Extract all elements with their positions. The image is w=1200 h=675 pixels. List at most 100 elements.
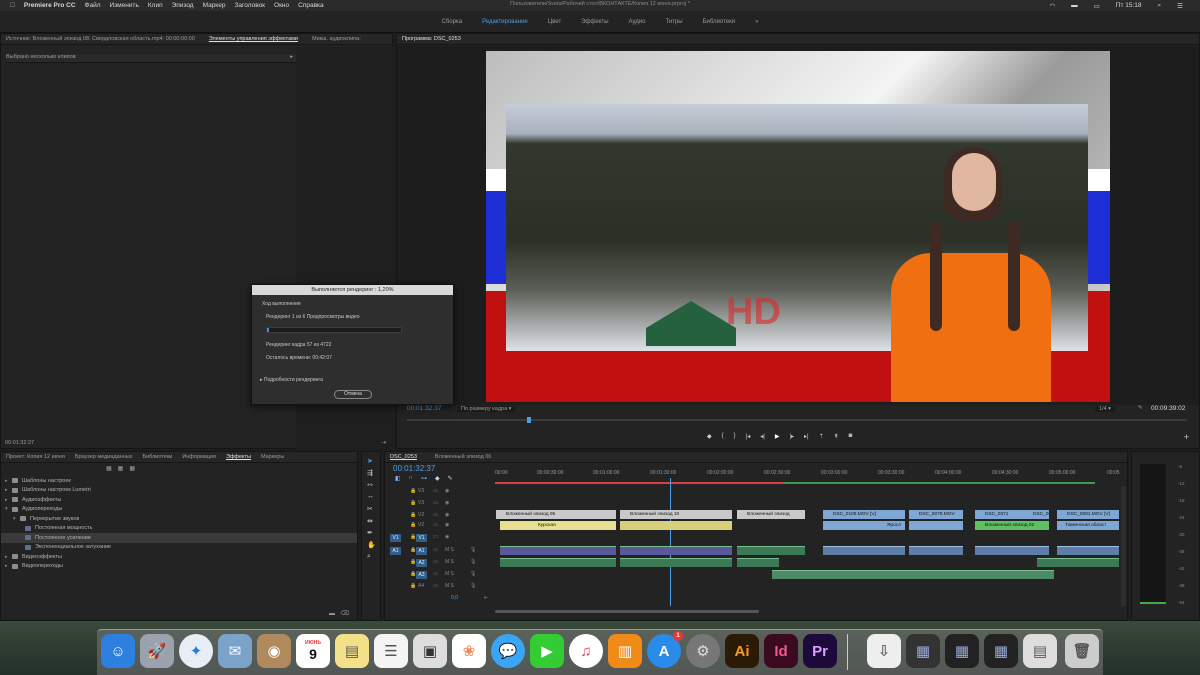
track-v2b[interactable]: 🔒 V2 ▭ ◉ (388, 522, 494, 531)
window-thumb-icon[interactable]: ▦ (984, 634, 1018, 668)
menu-edit[interactable]: Изменить (110, 2, 139, 9)
ibooks-icon[interactable]: ▥ (608, 634, 642, 668)
audio-clip[interactable] (500, 558, 616, 567)
tab-sequence-dsc0253[interactable]: DSC_0253 (390, 454, 417, 460)
tab-effects[interactable]: Эффекты (226, 454, 251, 460)
illustrator-icon[interactable]: Ai (725, 634, 759, 668)
audio-clip[interactable] (737, 546, 805, 555)
tree-item[interactable]: ▸ Видеопереходы (1, 562, 357, 572)
audio-clip[interactable] (975, 546, 1049, 555)
tab-info[interactable]: Информация (182, 454, 216, 460)
tab-program[interactable]: Программа: DSC_0253 (402, 36, 461, 42)
itunes-icon[interactable]: ♫ (569, 634, 603, 668)
clip-tyumen[interactable]: Тюменская област (1057, 521, 1119, 530)
apple-icon[interactable]:  (10, 2, 15, 9)
step-back-icon[interactable]: ◂| (760, 433, 765, 440)
ripple-edit-icon[interactable]: ⇿ (367, 481, 373, 489)
slip-tool-icon[interactable]: ⇹ (367, 517, 373, 525)
yuv-effects-icon[interactable]: ▦ (129, 465, 135, 472)
indesign-icon[interactable]: Id (764, 634, 798, 668)
system-preferences-icon[interactable]: ⚙ (686, 634, 720, 668)
window-thumb-icon[interactable]: ▤ (1023, 634, 1057, 668)
tab-markers[interactable]: Маркеры (261, 454, 284, 460)
workspace-effects[interactable]: Эффекты (571, 19, 618, 25)
menu-file[interactable]: Файл (85, 2, 101, 9)
track-a4[interactable]: 🔒 A4 ▭ M S 🎙 (388, 583, 494, 592)
add-button-icon[interactable]: + (1184, 432, 1189, 442)
workspace-assembly[interactable]: Сборка (432, 19, 473, 25)
tab-source[interactable]: Источник: Вложенный эпизод 08: Свердловс… (6, 36, 195, 42)
hand-tool-icon[interactable]: ✋ (367, 541, 376, 549)
contacts-icon[interactable]: ◉ (257, 634, 291, 668)
clip-yarosl[interactable]: Яросл (823, 521, 905, 530)
wrench-icon[interactable]: ✎ (1138, 405, 1143, 411)
add-marker-icon[interactable]: ◆ (435, 475, 440, 482)
razor-tool-icon[interactable]: ✂ (367, 505, 373, 513)
expand-icon[interactable]: ▸ (290, 54, 293, 60)
launchpad-icon[interactable]: 🚀 (140, 634, 174, 668)
menu-title[interactable]: Заголовок (234, 2, 265, 9)
tab-nested-06[interactable]: Вложенный эпизод 06 (435, 454, 491, 460)
messages-icon[interactable]: 💬 (491, 634, 525, 668)
trash-dock-icon[interactable]: 🗑 (1065, 634, 1099, 668)
step-forward-icon[interactable]: |▸ (789, 433, 794, 440)
time-ruler[interactable]: 00:00 00:00:30:00 00:01:00:00 00:01:30:0… (495, 470, 1125, 482)
timeline-settings-icon[interactable]: ✎ (448, 475, 453, 482)
tab-project[interactable]: Проект: Копия 12 июня (6, 454, 65, 460)
snap-icon[interactable]: ∩ (409, 475, 413, 482)
audio-clip[interactable] (1037, 558, 1119, 567)
program-playhead[interactable] (527, 417, 531, 423)
lift-icon[interactable]: ⇡ (819, 433, 824, 440)
clip-dsc0079[interactable]: DSC_0079.MOV (909, 510, 963, 519)
audio-clip[interactable] (772, 570, 1054, 579)
battery-icon[interactable]: ▭ (1094, 2, 1100, 10)
mark-in-icon[interactable]: { (722, 433, 724, 440)
mark-out-icon[interactable]: } (734, 433, 736, 440)
nest-icon[interactable]: ◧ (395, 475, 401, 482)
marker-icon[interactable]: ◆ (707, 433, 712, 440)
zoom-tool-icon[interactable]: ⌕ (367, 553, 371, 561)
clip-dsc0071[interactable]: DSC_0071 (975, 510, 1023, 519)
trash-icon[interactable]: ⌫ (341, 610, 349, 617)
track-a1[interactable]: 🔒 A1 ▭ M S 🎙 (388, 547, 494, 556)
facetime-icon[interactable]: ▶ (530, 634, 564, 668)
menu-help[interactable]: Справка (298, 2, 324, 9)
tree-item[interactable]: ▸ Шаблоны настроек (1, 476, 357, 486)
track-a3[interactable]: 🔒 A3 ▭ M S 🎙 (388, 571, 494, 580)
more-workspaces-icon[interactable]: » (745, 19, 768, 25)
timeline-hscroll[interactable] (495, 610, 759, 613)
preview-icon[interactable]: ▣ (413, 634, 447, 668)
audio-clip[interactable] (909, 546, 963, 555)
camera-icon[interactable]: ◙ (849, 433, 853, 440)
tree-item[interactable]: ▸ Видеоэффекты (1, 552, 357, 562)
track-v2[interactable]: 🔒 V2 ▭ ◉ (388, 512, 494, 521)
track-v1[interactable]: 🔒 V1 ▭ ◉ (388, 534, 494, 543)
go-to-out-icon[interactable]: ▸| (804, 433, 809, 440)
mail-icon[interactable]: ✉ (218, 634, 252, 668)
tree-item[interactable]: Постоянная мощность (1, 524, 357, 534)
play-icon[interactable]: ▶ (775, 433, 780, 440)
audio-clip[interactable] (500, 546, 616, 555)
clip-nested-10[interactable]: Вложенный эпизод 10 (620, 510, 732, 519)
clip-nested[interactable]: Вложенный эпизод (737, 510, 805, 519)
track-master[interactable]: 0,0 ⇤ (388, 595, 494, 604)
appstore-icon[interactable]: A1 (647, 631, 683, 668)
premiere-icon[interactable]: Pr (803, 634, 837, 668)
notes-icon[interactable]: ▤ (335, 634, 369, 668)
clip-nested-02[interactable]: Вложенный эпизод 02 (975, 521, 1049, 530)
audio-clip[interactable] (737, 558, 779, 567)
menu-clip[interactable]: Клип (148, 2, 163, 9)
export-icon[interactable]: ⇥ (381, 440, 386, 446)
timeline-vscroll[interactable] (1121, 486, 1126, 606)
tab-libraries[interactable]: Библиотеки (143, 454, 173, 460)
track-v3b[interactable]: 🔒 V3 ▭ ◉ (388, 500, 494, 509)
track-a2[interactable]: 🔒 A2 ▭ M S 🎙 (388, 559, 494, 568)
calendar-icon[interactable]: ИЮНЬ 9 (296, 634, 330, 668)
tree-item[interactable]: ▾ Перекрытие звуков (1, 514, 357, 524)
audio-clip[interactable] (823, 546, 905, 555)
pen-tool-icon[interactable]: ✒ (367, 529, 373, 537)
window-thumb-icon[interactable]: ▦ (906, 634, 940, 668)
accelerated-effects-icon[interactable]: ▦ (106, 465, 112, 472)
clip-blue-v1[interactable] (909, 521, 963, 530)
safari-icon[interactable]: ✦ (179, 634, 213, 668)
